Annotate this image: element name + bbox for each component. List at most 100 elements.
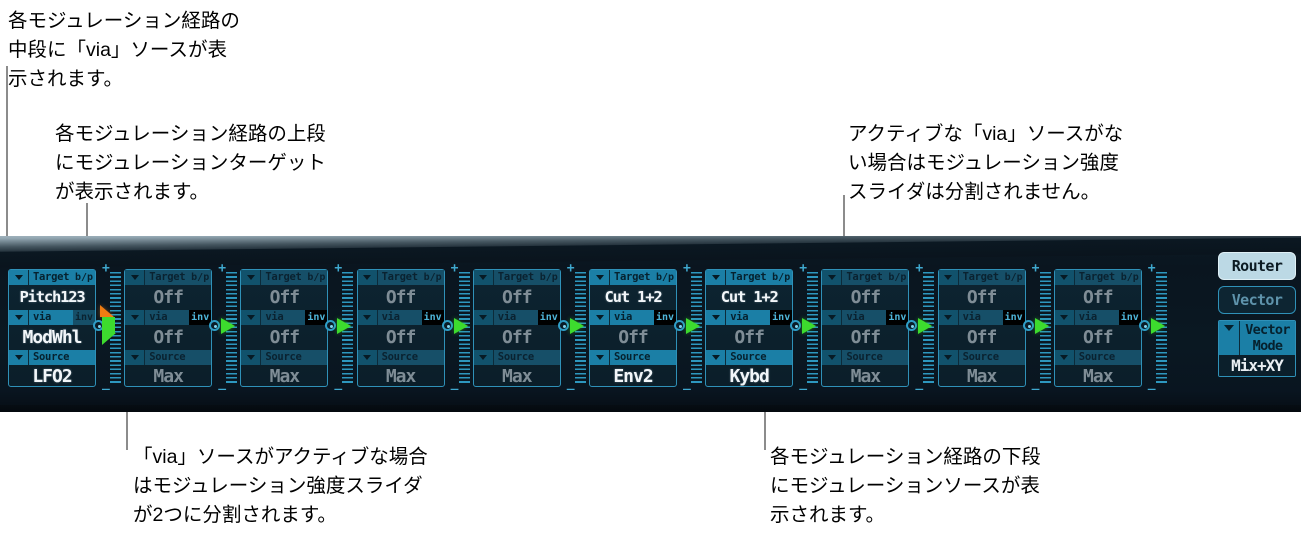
modulation-intensity-slider-10[interactable]: + _ [1138,262,1170,390]
source-chevron-down-icon-6[interactable] [590,350,610,365]
via-value-5[interactable]: Off [474,325,560,349]
vector-button[interactable]: Vector [1218,286,1296,314]
via-value-7[interactable]: Off [706,325,792,349]
via-header-6[interactable]: via inv [590,310,676,325]
invert-tag-5[interactable]: inv [537,310,560,325]
bipolar-tag-2[interactable]: b/p [189,270,212,285]
target-header-1[interactable]: Target b/p [9,270,95,285]
invert-tag-2[interactable]: inv [189,310,212,325]
source-value-2[interactable]: Max [125,364,211,388]
target-chevron-down-icon-4[interactable] [357,270,378,285]
source-value-7[interactable]: Kybd [706,364,792,388]
modulation-intensity-slider-6[interactable]: + _ [674,262,705,390]
slider-anchor-dot-8[interactable] [906,320,918,331]
via-value-8[interactable]: Off [822,325,908,349]
slider-anchor-dot-9[interactable] [1022,320,1034,331]
via-value-2[interactable]: Off [125,325,211,349]
target-value-2[interactable]: Off [125,285,211,309]
slider-amount-handle-4[interactable] [453,318,468,334]
slider-anchor-dot-10[interactable] [1138,320,1150,331]
target-value-5[interactable]: Off [474,285,560,309]
source-value-1[interactable]: LFO2 [9,364,95,388]
via-header-2[interactable]: via inv [125,310,212,325]
slider-via-range-handle-1[interactable] [100,305,114,317]
source-header-7[interactable]: Source [706,350,793,365]
modulation-intensity-slider-3[interactable]: + _ [325,262,356,390]
modulation-intensity-slider-9[interactable]: + _ [1022,262,1054,390]
slider-anchor-dot-6[interactable] [674,320,685,331]
via-chevron-down-icon-6[interactable] [590,310,610,325]
slider-amount-handle-3[interactable] [337,318,352,334]
source-header-5[interactable]: Source [473,350,560,365]
bipolar-tag-7[interactable]: b/p [770,270,793,285]
router-button[interactable]: Router [1218,252,1296,280]
target-chevron-down-icon-3[interactable] [241,270,262,285]
via-header-4[interactable]: via inv [357,310,444,325]
bipolar-tag-3[interactable]: b/p [305,270,328,285]
target-chevron-down-icon-1[interactable] [9,270,29,285]
slider-amount-handle-8[interactable] [918,318,933,334]
slider-anchor-dot-2[interactable] [209,320,221,331]
target-header-9[interactable]: Target b/p [938,270,1025,285]
target-header-3[interactable]: Target b/p [241,270,328,285]
invert-tag-6[interactable]: inv [654,310,676,325]
invert-tag-10[interactable]: inv [1118,310,1141,325]
via-value-9[interactable]: Off [939,325,1025,349]
modulation-intensity-slider-7[interactable]: + _ [790,262,821,390]
target-header-8[interactable]: Target b/p [822,270,909,285]
target-header-2[interactable]: Target b/p [125,270,212,285]
via-chevron-down-icon-5[interactable] [473,310,494,325]
invert-tag-1[interactable]: inv [73,310,95,325]
source-value-8[interactable]: Max [822,364,908,388]
target-header-5[interactable]: Target b/p [473,270,560,285]
source-chevron-down-icon-7[interactable] [706,350,727,365]
slider-amount-handle-1[interactable] [102,333,116,345]
bipolar-tag-10[interactable]: b/p [1118,270,1141,285]
via-value-4[interactable]: Off [358,325,444,349]
slider-anchor-dot-4[interactable] [441,320,453,331]
source-header-10[interactable]: Source [1054,350,1141,365]
chevron-down-icon[interactable] [1219,321,1240,355]
source-header-9[interactable]: Source [938,350,1025,365]
source-header-4[interactable]: Source [357,350,444,365]
target-chevron-down-icon-6[interactable] [590,270,610,285]
invert-tag-8[interactable]: inv [886,310,909,325]
source-value-3[interactable]: Max [241,364,327,388]
target-header-10[interactable]: Target b/p [1054,270,1141,285]
via-chevron-down-icon-8[interactable] [822,310,843,325]
invert-tag-7[interactable]: inv [770,310,793,325]
invert-tag-9[interactable]: inv [1002,310,1025,325]
source-value-4[interactable]: Max [358,364,444,388]
target-value-4[interactable]: Off [358,285,444,309]
target-chevron-down-icon-2[interactable] [125,270,146,285]
modulation-intensity-slider-2[interactable]: + _ [209,262,240,390]
slider-amount-handle-5[interactable] [569,318,584,334]
via-header-8[interactable]: via inv [822,310,909,325]
source-chevron-down-icon-5[interactable] [473,350,494,365]
slider-amount-handle-6[interactable] [686,318,700,334]
modulation-intensity-slider-4[interactable]: + _ [441,262,473,390]
slider-amount-handle-9[interactable] [1034,318,1049,334]
target-value-7[interactable]: Cut 1+2 [706,285,792,309]
modulation-intensity-slider-1[interactable]: + _ [93,262,124,390]
slider-anchor-dot-5[interactable] [557,320,569,331]
slider-amount-handle-7[interactable] [802,318,817,334]
slider-anchor-dot-3[interactable] [325,320,337,331]
via-value-1[interactable]: ModWhl [9,325,95,349]
via-value-10[interactable]: Off [1055,325,1141,349]
target-value-3[interactable]: Off [241,285,327,309]
via-header-3[interactable]: via inv [241,310,328,325]
vector-mode-selector[interactable]: Vector Mode Mix+XY [1218,320,1296,377]
via-chevron-down-icon-7[interactable] [706,310,727,325]
slider-amount-handle-10[interactable] [1150,318,1165,334]
invert-tag-4[interactable]: inv [421,310,444,325]
source-value-6[interactable]: Env2 [590,364,676,388]
source-chevron-down-icon-3[interactable] [241,350,262,365]
via-chevron-down-icon-10[interactable] [1054,310,1075,325]
modulation-intensity-slider-8[interactable]: + _ [906,262,937,390]
via-chevron-down-icon-1[interactable] [9,310,29,325]
target-value-10[interactable]: Off [1055,285,1141,309]
via-header-1[interactable]: via inv [9,310,95,325]
via-header-10[interactable]: via inv [1054,310,1141,325]
via-header-9[interactable]: via inv [938,310,1025,325]
